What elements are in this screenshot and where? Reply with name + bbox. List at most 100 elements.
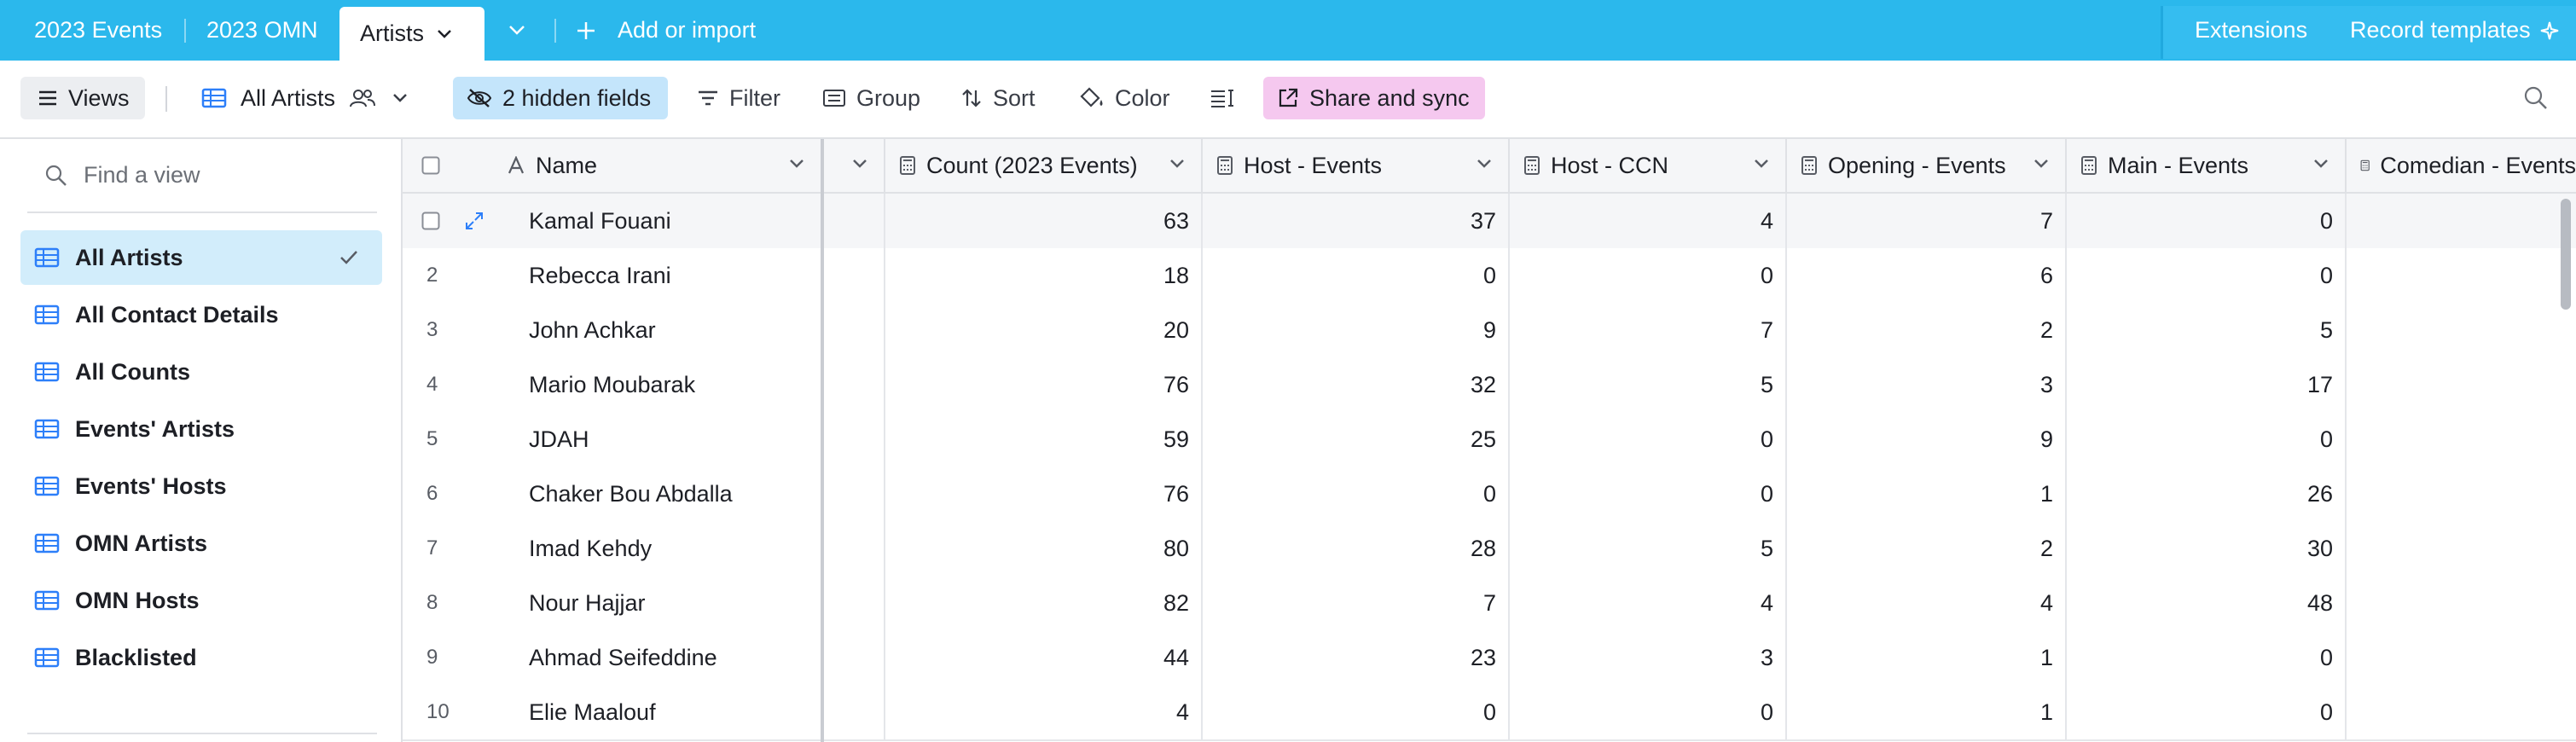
number-cell[interactable]: 32 [1203,357,1510,412]
number-cell[interactable]: 1 [1787,467,2067,521]
number-cell[interactable]: 0 [2067,685,2347,739]
comedian-events-cell[interactable] [2347,412,2576,467]
number-cell[interactable]: 0 [1510,412,1787,467]
tab-2023-events[interactable]: 2023 Events [34,0,162,61]
comedian-events-cell[interactable] [2347,521,2576,576]
table-row[interactable]: 8 Nour Hajjar 82 7 4 4 48 [403,576,2576,632]
column-header-main-events[interactable]: Main - Events [2067,139,2347,192]
current-view-button[interactable]: All Artists [201,77,432,119]
number-cell[interactable]: 9 [1787,412,2067,467]
sidebar-view-item[interactable]: OMN Hosts [20,573,382,628]
search-button[interactable] [2523,77,2554,119]
tab-2023-omn[interactable]: 2023 OMN [206,0,318,61]
scrolled-cell[interactable] [824,630,885,685]
record-templates-button[interactable]: Record templates [2350,0,2560,61]
sidebar-view-item[interactable]: Blacklisted [20,630,382,685]
comedian-events-cell[interactable] [2347,303,2576,357]
comedian-events-cell[interactable] [2347,248,2576,303]
group-button[interactable]: Group [822,77,925,119]
table-row[interactable]: 7 Imad Kehdy 80 28 5 2 30 [403,521,2576,577]
share-and-sync-button[interactable]: Share and sync [1263,77,1485,119]
sidebar-view-item[interactable]: All Contact Details [20,287,382,342]
views-button[interactable]: Views [20,77,145,119]
number-cell[interactable]: 48 [2067,576,2347,630]
scrolled-cell[interactable] [824,576,885,630]
sort-button[interactable]: Sort [960,77,1046,119]
number-cell[interactable]: 17 [2067,357,2347,412]
number-cell[interactable]: 6 [1787,248,2067,303]
scrolled-cell[interactable] [824,194,885,248]
number-cell[interactable]: 4 [1787,576,2067,630]
number-cell[interactable]: 0 [2067,630,2347,685]
number-cell[interactable]: 1 [1787,630,2067,685]
number-cell[interactable]: 0 [1510,248,1787,303]
vertical-scrollbar[interactable] [2561,199,2571,310]
number-cell[interactable]: 25 [1203,412,1510,467]
number-cell[interactable]: 0 [1203,467,1510,521]
name-cell[interactable]: Mario Moubarak [403,357,821,412]
name-cell[interactable]: John Achkar [403,303,821,357]
number-cell[interactable]: 9 [1203,303,1510,357]
number-cell[interactable]: 5 [1510,357,1787,412]
number-cell[interactable]: 80 [885,521,1203,576]
find-view-search[interactable]: Find a view [27,139,377,213]
row-height-button[interactable] [1210,77,1240,119]
number-cell[interactable]: 3 [1787,357,2067,412]
name-cell[interactable]: Chaker Bou Abdalla [403,467,821,521]
name-cell[interactable]: Nour Hajjar [403,576,821,630]
scrolled-cell[interactable] [824,303,885,357]
add-or-import-button[interactable]: Add or import [575,0,756,61]
table-row[interactable]: 6 Chaker Bou Abdalla 76 0 0 1 26 [403,467,2576,523]
number-cell[interactable]: 0 [1203,248,1510,303]
name-cell[interactable]: Ahmad Seifeddine [403,630,821,685]
comedian-events-cell[interactable] [2347,194,2576,248]
table-row[interactable]: Kamal Fouani 63 37 4 7 0 [403,194,2576,250]
number-cell[interactable]: 28 [1203,521,1510,576]
name-cell[interactable]: Rebecca Irani [403,248,821,303]
frozen-column-divider[interactable] [821,139,824,742]
comedian-events-cell[interactable] [2347,467,2576,521]
comedian-events-cell[interactable] [2347,685,2576,739]
number-cell[interactable]: 63 [885,194,1203,248]
number-cell[interactable]: 30 [2067,521,2347,576]
number-cell[interactable]: 7 [1510,303,1787,357]
color-button[interactable]: Color [1079,77,1177,119]
number-cell[interactable]: 1 [1787,685,2067,739]
number-cell[interactable]: 59 [885,412,1203,467]
number-cell[interactable]: 76 [885,467,1203,521]
number-cell[interactable]: 0 [2067,194,2347,248]
sidebar-view-item[interactable]: OMN Artists [20,516,382,571]
column-header-opening-events[interactable]: Opening - Events [1787,139,2067,192]
number-cell[interactable]: 0 [1510,685,1787,739]
number-cell[interactable]: 4 [885,685,1203,739]
column-header-host-events[interactable]: Host - Events [1203,139,1510,192]
column-header-scrolled[interactable] [824,139,885,192]
table-row[interactable]: 9 Ahmad Seifeddine 44 23 3 1 0 [403,630,2576,687]
name-cell[interactable]: Imad Kehdy [403,521,821,576]
number-cell[interactable]: 4 [1510,194,1787,248]
number-cell[interactable]: 4 [1510,576,1787,630]
extensions-button[interactable]: Extensions [2195,0,2307,61]
number-cell[interactable]: 7 [1203,576,1510,630]
hidden-fields-button[interactable]: 2 hidden fields [453,77,668,119]
comedian-events-cell[interactable] [2347,576,2576,630]
number-cell[interactable]: 44 [885,630,1203,685]
column-header-host-ccn[interactable]: Host - CCN [1510,139,1787,192]
scrolled-cell[interactable] [824,467,885,521]
table-row[interactable]: 10 Elie Maalouf 4 0 0 1 0 [403,685,2576,741]
number-cell[interactable]: 7 [1787,194,2067,248]
filter-button[interactable]: Filter [697,77,791,119]
column-header-count-2023-events[interactable]: Count (2023 Events) [885,139,1203,192]
table-row[interactable]: 3 John Achkar 20 9 7 2 5 [403,303,2576,359]
sidebar-view-item[interactable]: All Counts [20,345,382,399]
number-cell[interactable]: 5 [1510,521,1787,576]
number-cell[interactable]: 0 [1203,685,1510,739]
number-cell[interactable]: 2 [1787,521,2067,576]
number-cell[interactable]: 3 [1510,630,1787,685]
number-cell[interactable]: 0 [2067,248,2347,303]
scrolled-cell[interactable] [824,357,885,412]
number-cell[interactable]: 26 [2067,467,2347,521]
number-cell[interactable]: 2 [1787,303,2067,357]
all-tables-dropdown-button[interactable] [505,0,529,61]
number-cell[interactable]: 82 [885,576,1203,630]
